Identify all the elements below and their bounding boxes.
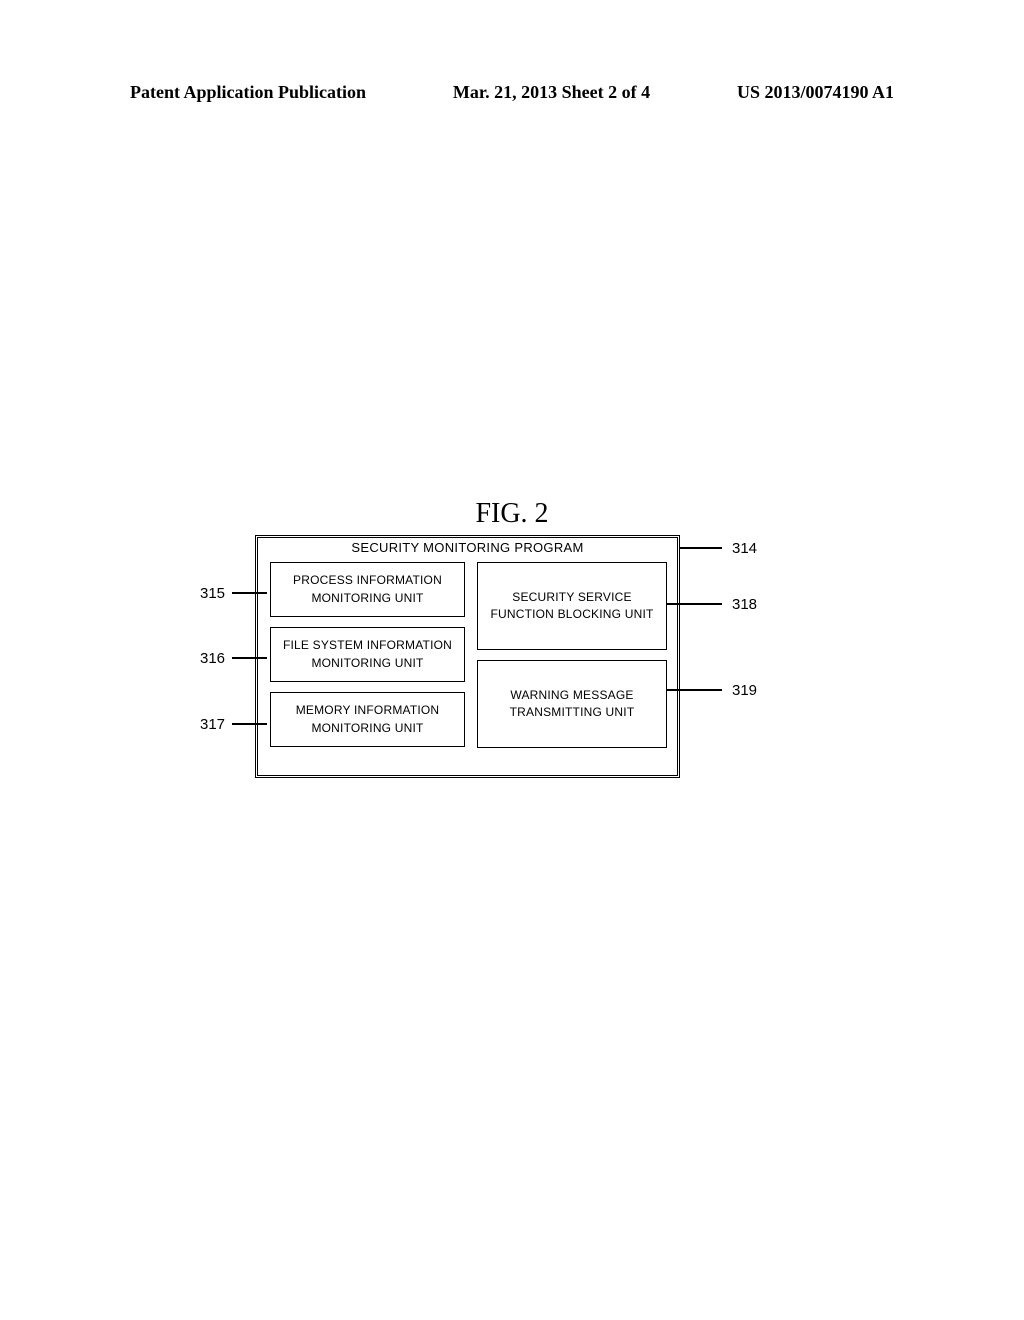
security-monitoring-program-label: SECURITY MONITORING PROGRAM [255, 540, 680, 555]
figure-diagram: SECURITY MONITORING PROGRAM PROCESS INFO… [255, 530, 680, 778]
page-header: Patent Application Publication Mar. 21, … [130, 82, 894, 103]
leader-line-315 [232, 592, 267, 594]
callout-315: 315 [200, 585, 225, 602]
leader-line-316 [232, 657, 267, 659]
box-316-line2: MONITORING UNIT [311, 655, 423, 672]
box-318-line2: FUNCTION BLOCKING UNIT [490, 606, 653, 623]
callout-317: 317 [200, 716, 225, 733]
box-319-line2: TRANSMITTING UNIT [510, 704, 635, 721]
box-316-line1: FILE SYSTEM INFORMATION [283, 637, 452, 654]
box-318-line1: SECURITY SERVICE [512, 589, 631, 606]
figure-title: FIG. 2 [475, 498, 548, 530]
box-317-line1: MEMORY INFORMATION [296, 702, 440, 719]
box-317-line2: MONITORING UNIT [311, 720, 423, 737]
leader-line-317 [232, 723, 267, 725]
memory-information-monitoring-unit-box: MEMORY INFORMATION MONITORING UNIT [270, 692, 465, 747]
header-center-text: Mar. 21, 2013 Sheet 2 of 4 [453, 82, 650, 103]
callout-316: 316 [200, 650, 225, 667]
box-315-line1: PROCESS INFORMATION [293, 572, 442, 589]
process-information-monitoring-unit-box: PROCESS INFORMATION MONITORING UNIT [270, 562, 465, 617]
box-315-line2: MONITORING UNIT [311, 590, 423, 607]
warning-message-transmitting-unit-box: WARNING MESSAGE TRANSMITTING UNIT [477, 660, 667, 748]
leader-line-319 [667, 689, 722, 691]
box-319-line1: WARNING MESSAGE [510, 687, 633, 704]
file-system-information-monitoring-unit-box: FILE SYSTEM INFORMATION MONITORING UNIT [270, 627, 465, 682]
security-service-function-blocking-unit-box: SECURITY SERVICE FUNCTION BLOCKING UNIT [477, 562, 667, 650]
callout-318: 318 [732, 596, 757, 613]
leader-line-314 [680, 547, 722, 549]
callout-314: 314 [732, 540, 757, 557]
leader-line-318 [667, 603, 722, 605]
header-left-text: Patent Application Publication [130, 82, 366, 103]
header-right-text: US 2013/0074190 A1 [737, 82, 894, 103]
callout-319: 319 [732, 682, 757, 699]
